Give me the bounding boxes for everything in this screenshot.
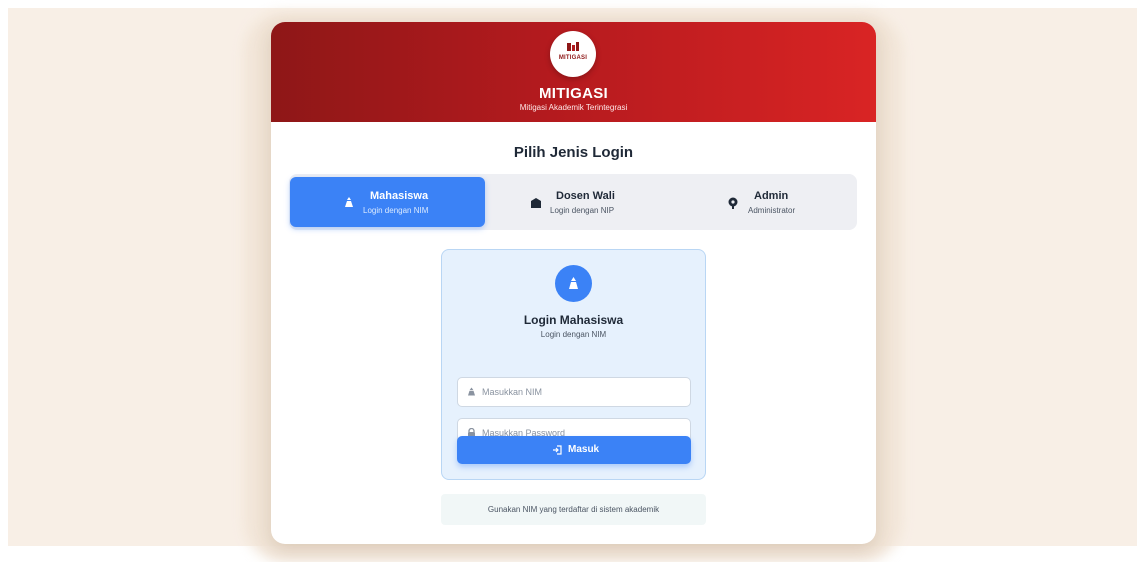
tab-dosen-wali-label: Dosen Wali — [556, 190, 615, 202]
tab-mahasiswa-label: Mahasiswa — [370, 190, 429, 202]
app-title: MITIGASI — [538, 85, 609, 102]
login-type-heading: Pilih Jenis Login — [513, 144, 634, 161]
logo-mark-icon — [567, 42, 579, 51]
student-cap-icon — [345, 197, 353, 207]
login-button-label: Masuk — [568, 444, 600, 455]
avatar — [555, 265, 592, 302]
logo-text: MITIGASI — [558, 55, 588, 61]
tab-dosen-wali[interactable]: Dosen Wali Login dengan NIP — [485, 177, 680, 227]
tab-admin-label: Admin — [754, 190, 789, 202]
form-subtitle: Login dengan NIM — [540, 330, 607, 339]
login-form: Login Mahasiswa Login dengan NIM Masuk — [441, 249, 706, 480]
app-subtitle: Mitigasi Akademik Terintegrasi — [519, 103, 628, 112]
login-hint: Gunakan NIM yang terdaftar di sistem aka… — [441, 494, 706, 525]
login-type-tabs: Mahasiswa Login dengan NIM Dosen Wali Lo… — [289, 174, 857, 230]
app-logo: MITIGASI — [550, 31, 596, 77]
login-card: MITIGASI MITIGASI Mitigasi Akademik Teri… — [271, 22, 876, 544]
building-icon — [531, 198, 541, 208]
login-button[interactable]: Masuk — [457, 436, 691, 464]
app-header: MITIGASI MITIGASI Mitigasi Akademik Teri… — [271, 22, 876, 122]
tab-mahasiswa-sub: Login dengan NIM — [363, 206, 429, 215]
tab-mahasiswa[interactable]: Mahasiswa Login dengan NIM — [290, 177, 485, 227]
student-icon — [569, 277, 578, 289]
form-title: Login Mahasiswa — [523, 313, 624, 327]
tab-dosen-wali-sub: Login dengan NIP — [550, 206, 615, 215]
nim-field[interactable] — [457, 377, 691, 407]
tab-admin-sub: Administrator — [748, 206, 796, 215]
nim-input[interactable] — [482, 378, 682, 406]
tab-admin[interactable]: Admin Administrator — [681, 177, 876, 227]
user-icon — [468, 387, 475, 396]
sign-in-icon — [553, 445, 562, 455]
admin-icon — [728, 197, 738, 209]
